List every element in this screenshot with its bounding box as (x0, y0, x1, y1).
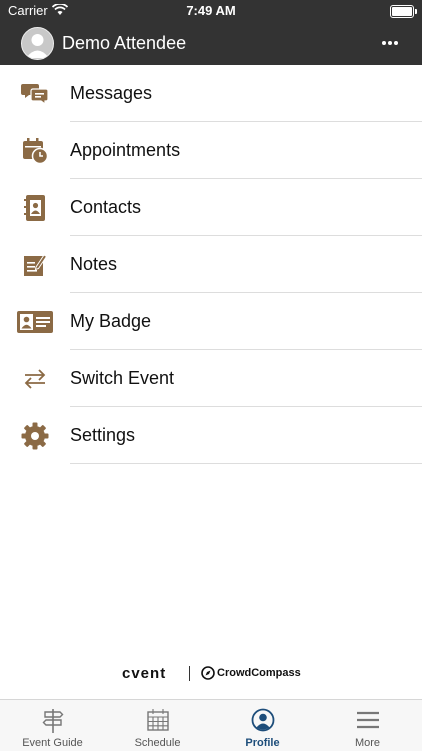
avatar-placeholder-icon (26, 34, 49, 58)
branding-footer: cvent CrowdCompass (0, 660, 422, 688)
cvent-logo: cvent (122, 665, 167, 682)
status-bar: Carrier 7:49 AM (0, 0, 422, 22)
divider (70, 463, 422, 464)
tab-label: Profile (245, 737, 280, 749)
menu-item-messages[interactable]: Messages (0, 65, 422, 122)
avatar[interactable] (21, 27, 54, 60)
calendar-icon (146, 709, 169, 731)
badge-icon (17, 305, 53, 339)
profile-menu: Messages Appointments Contacts Notes My … (0, 65, 422, 464)
tab-label: More (354, 737, 381, 749)
tab-profile[interactable]: Profile (210, 700, 315, 751)
gear-icon (17, 419, 53, 453)
switch-icon (17, 362, 53, 396)
notes-icon (17, 248, 53, 282)
menu-item-appointments[interactable]: Appointments (0, 122, 422, 179)
menu-item-label: My Badge (70, 311, 152, 331)
menu-item-label: Notes (70, 254, 118, 274)
tab-label: Event Guide (22, 737, 83, 749)
hamburger-icon (356, 711, 379, 729)
menu-item-label: Contacts (70, 197, 142, 217)
battery-icon (390, 5, 417, 18)
more-horizontal-icon[interactable] (380, 33, 400, 53)
brand-separator (189, 666, 190, 681)
contacts-icon (17, 191, 53, 225)
menu-item-switch-event[interactable]: Switch Event (0, 350, 422, 407)
menu-item-label: Appointments (70, 140, 181, 160)
menu-item-label: Settings (70, 425, 136, 445)
menu-item-notes[interactable]: Notes (0, 236, 422, 293)
tab-label: Schedule (134, 737, 181, 749)
signpost-icon (42, 709, 63, 733)
tab-bar: Event Guide Schedule Profile More (0, 699, 422, 751)
user-name: Demo Attendee (62, 33, 187, 53)
tab-schedule[interactable]: Schedule (105, 700, 210, 751)
menu-item-my-badge[interactable]: My Badge (0, 293, 422, 350)
menu-item-label: Messages (70, 83, 153, 103)
menu-item-label: Switch Event (70, 368, 175, 388)
header-bar: Carrier 7:49 AM Demo Attendee (0, 0, 422, 65)
menu-item-contacts[interactable]: Contacts (0, 179, 422, 236)
appointments-icon (17, 134, 53, 168)
menu-item-settings[interactable]: Settings (0, 407, 422, 464)
crowdcompass-wordmark: CrowdCompass (217, 667, 301, 679)
status-time: 7:49 AM (186, 3, 236, 18)
tab-event-guide[interactable]: Event Guide (0, 700, 105, 751)
crowdcompass-logo-icon (201, 666, 215, 680)
tab-more[interactable]: More (315, 700, 420, 751)
profile-icon (251, 708, 274, 732)
messages-icon (17, 77, 53, 111)
